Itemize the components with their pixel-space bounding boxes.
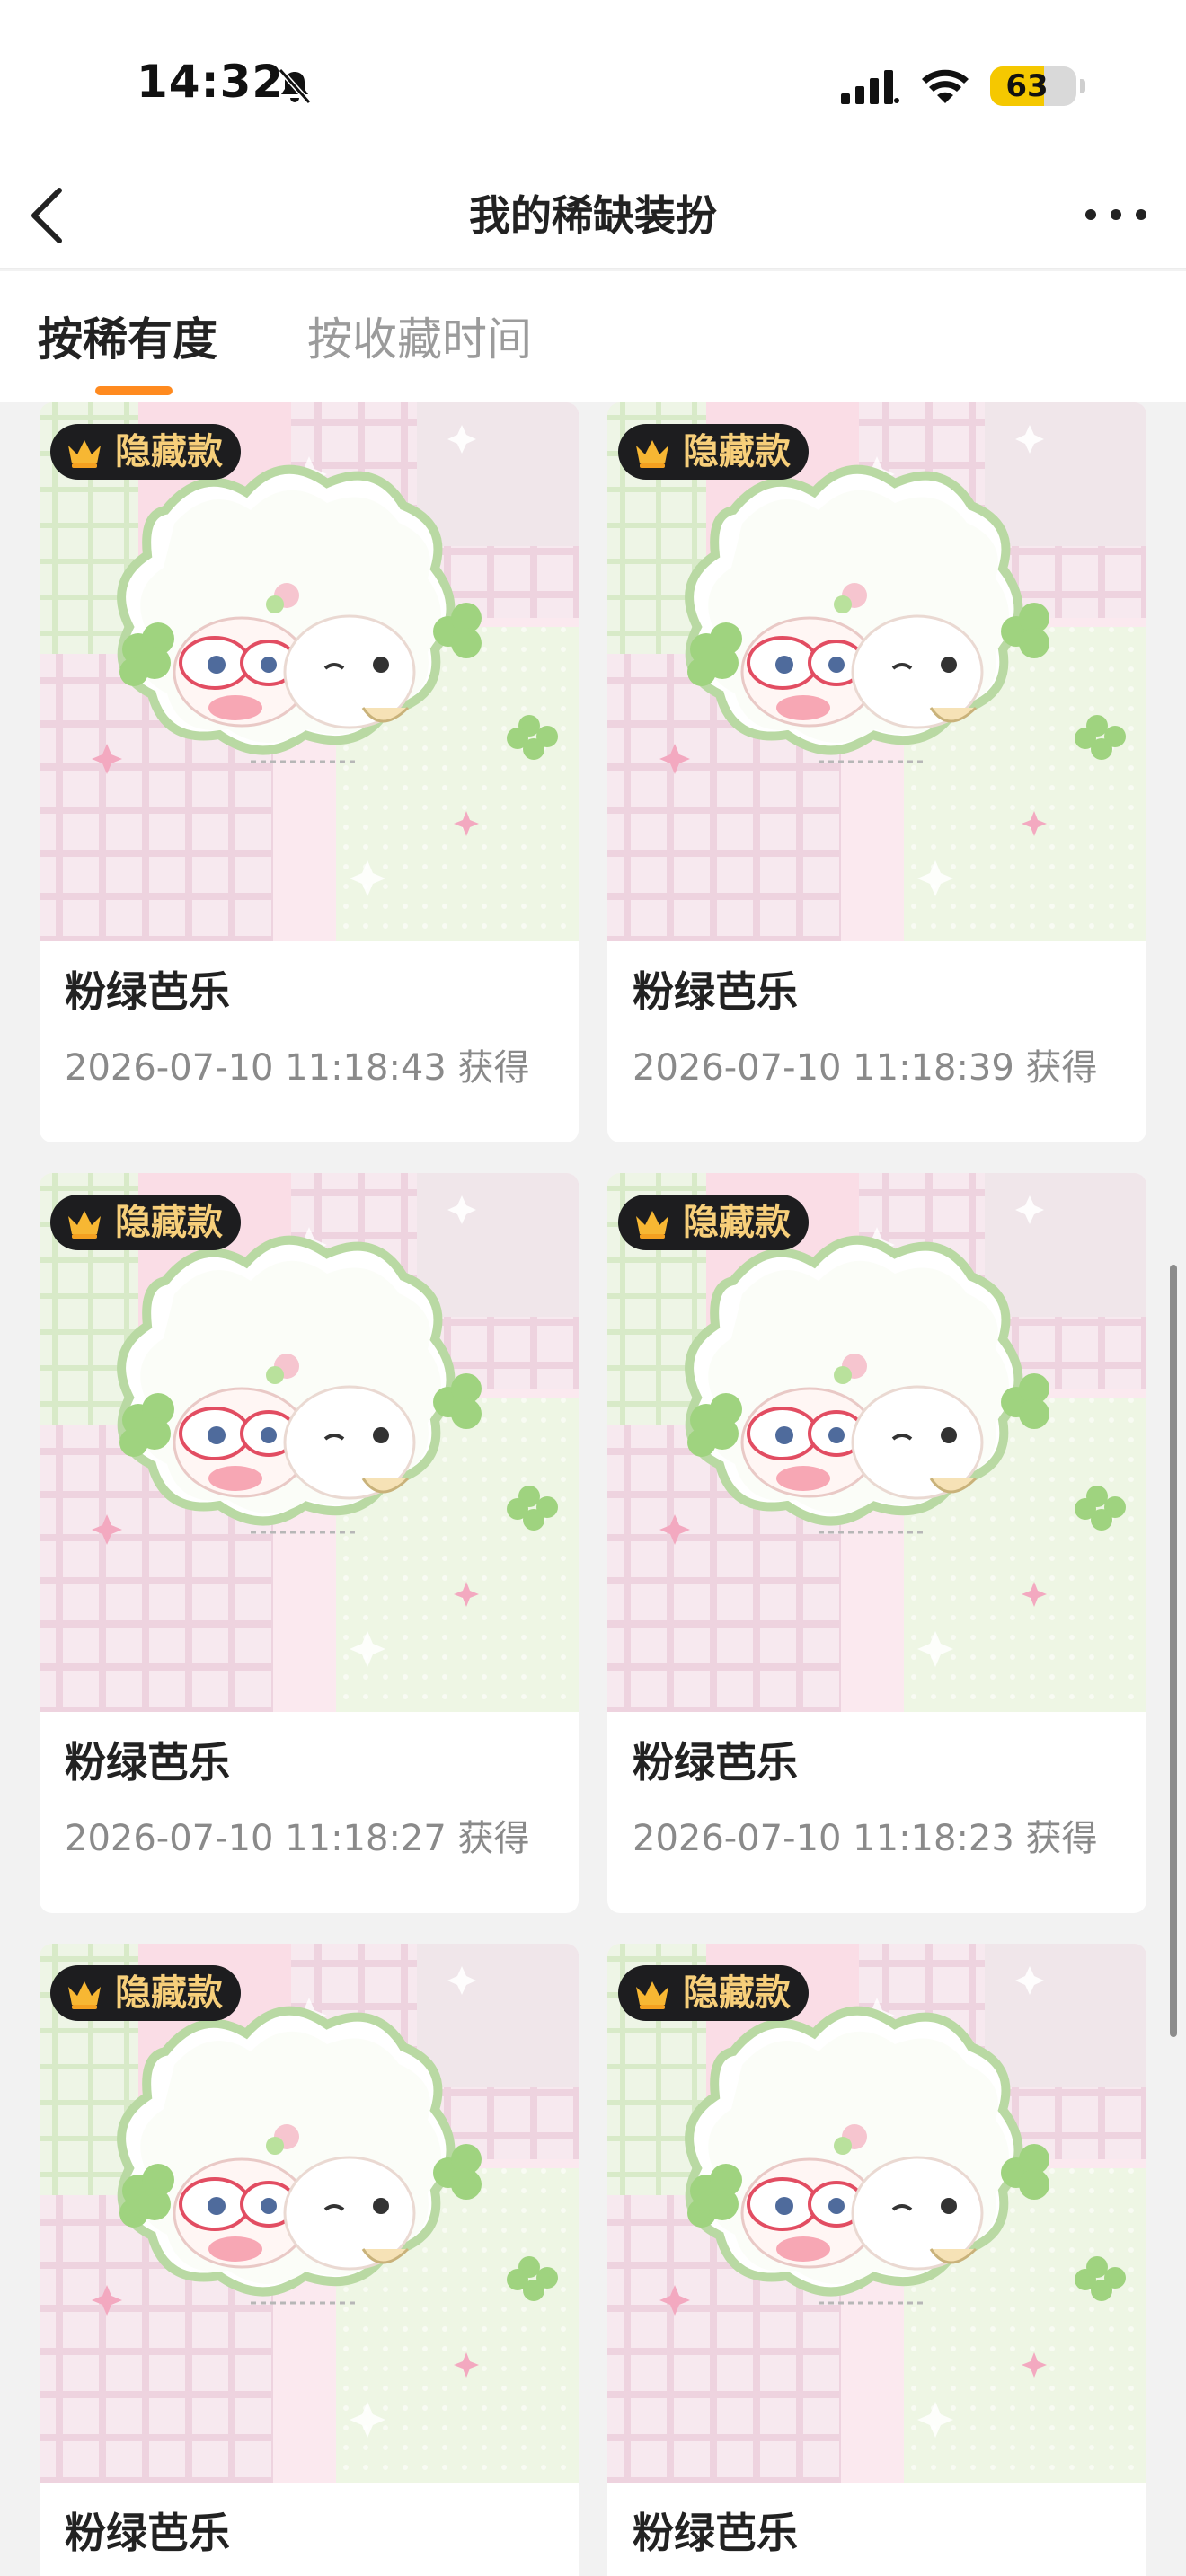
item-name: 粉绿芭乐 xyxy=(65,967,230,1016)
item-name: 粉绿芭乐 xyxy=(633,2509,798,2557)
crown-icon xyxy=(636,1211,668,1239)
acquired-date: 2026-07-10 11:18:39 获得 xyxy=(633,1047,1098,1089)
avatar-frame-image xyxy=(607,1944,1146,2483)
collection-card[interactable]: 隐藏款 粉绿芭乐 2026-07-10 11:18:43 获得 xyxy=(40,402,579,1142)
collection-card[interactable]: 隐藏款 粉绿芭乐 2026-07-10 11:18:27 获得 xyxy=(40,1173,579,1913)
hidden-edition-badge: 隐藏款 xyxy=(618,1195,809,1250)
avatar-frame-image xyxy=(40,1944,579,2483)
hidden-edition-badge: 隐藏款 xyxy=(618,1965,809,2021)
badge-label: 隐藏款 xyxy=(683,1972,791,2014)
hidden-edition-badge: 隐藏款 xyxy=(50,424,241,480)
wifi-icon xyxy=(922,69,969,103)
battery-icon: 63 xyxy=(990,66,1076,106)
tab-sort-rarity[interactable]: 按稀有度 xyxy=(38,304,217,368)
collection-card[interactable]: 隐藏款 粉绿芭乐 xyxy=(40,1944,579,2576)
card-image xyxy=(40,1173,579,1712)
crown-icon xyxy=(68,1211,101,1239)
acquired-date: 2026-07-10 11:18:43 获得 xyxy=(65,1047,530,1089)
scrollbar[interactable] xyxy=(1170,1265,1177,2037)
crown-icon xyxy=(68,1981,101,2009)
page-title: 我的稀缺装扮 xyxy=(469,191,717,240)
item-name: 粉绿芭乐 xyxy=(65,1738,230,1786)
item-grid: 隐藏款 粉绿芭乐 2026-07-10 11:18:43 获得 隐藏款 粉绿芭乐… xyxy=(0,402,1186,2576)
hidden-edition-badge: 隐藏款 xyxy=(618,424,809,480)
collection-card[interactable]: 隐藏款 粉绿芭乐 2026-07-10 11:18:39 获得 xyxy=(607,402,1146,1142)
active-tab-indicator xyxy=(95,386,173,395)
acquired-date: 2026-07-10 11:18:27 获得 xyxy=(65,1818,530,1859)
collection-card[interactable]: 隐藏款 粉绿芭乐 2026-07-10 11:18:23 获得 xyxy=(607,1173,1146,1913)
hidden-edition-badge: 隐藏款 xyxy=(50,1195,241,1250)
card-image xyxy=(40,1944,579,2483)
badge-label: 隐藏款 xyxy=(115,431,223,472)
avatar-frame-image xyxy=(607,402,1146,941)
avatar-frame-image xyxy=(607,1173,1146,1712)
avatar-frame-image xyxy=(40,402,579,941)
card-image xyxy=(40,402,579,941)
badge-label: 隐藏款 xyxy=(115,1202,223,1243)
signal-icon xyxy=(841,70,899,104)
status-bar: 14:32 63 xyxy=(0,0,1186,162)
battery-level: 63 xyxy=(1005,68,1049,104)
status-time: 14:32 xyxy=(137,56,285,108)
collection-card[interactable]: 隐藏款 粉绿芭乐 xyxy=(607,1944,1146,2576)
bell-slash-icon xyxy=(278,68,312,104)
badge-label: 隐藏款 xyxy=(683,1202,791,1243)
battery-nub xyxy=(1080,79,1085,93)
card-image xyxy=(607,1944,1146,2483)
item-name: 粉绿芭乐 xyxy=(633,967,798,1016)
hidden-edition-badge: 隐藏款 xyxy=(50,1965,241,2021)
crown-icon xyxy=(636,1981,668,2009)
card-image xyxy=(607,1173,1146,1712)
more-horizontal-icon[interactable] xyxy=(1082,192,1150,237)
acquired-date: 2026-07-10 11:18:23 获得 xyxy=(633,1818,1098,1859)
badge-label: 隐藏款 xyxy=(683,431,791,472)
badge-label: 隐藏款 xyxy=(115,1972,223,2014)
tab-sort-collect-time[interactable]: 按收藏时间 xyxy=(307,304,532,368)
sort-tabs: 按稀有度 按收藏时间 xyxy=(0,271,1186,402)
crown-icon xyxy=(68,440,101,468)
card-image xyxy=(607,402,1146,941)
avatar-frame-image xyxy=(40,1173,579,1712)
item-name: 粉绿芭乐 xyxy=(633,1738,798,1786)
crown-icon xyxy=(636,440,668,468)
nav-bar: 我的稀缺装扮 xyxy=(0,162,1186,269)
item-name: 粉绿芭乐 xyxy=(65,2509,230,2557)
